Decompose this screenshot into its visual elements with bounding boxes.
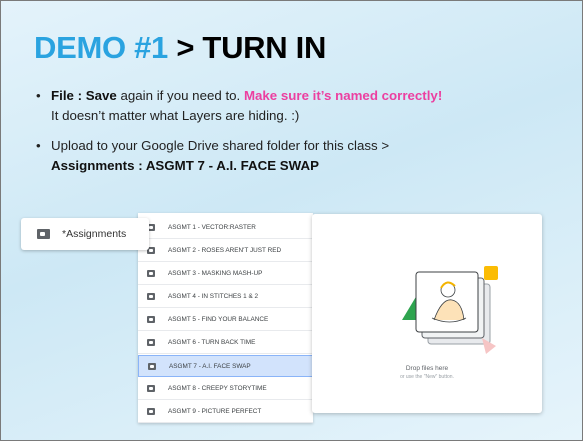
shared-folder-icon — [147, 270, 155, 277]
bullet-list: • File : Save again if you need to. Make… — [34, 86, 554, 186]
folder-row-label: ASGMT 3 - MASKING MASH-UP — [168, 270, 263, 277]
bullet-save-warning: Make sure it’s named correctly! — [243, 88, 443, 103]
folder-row-label: ASGMT 7 - A.I. FACE SWAP — [169, 362, 251, 370]
title-rest: > TURN IN — [168, 30, 327, 65]
folder-row-label: ASGMT 2 - ROSES AREN'T JUST RED — [168, 247, 282, 254]
folder-row-label: ASGMT 9 - PICTURE PERFECT — [168, 408, 262, 415]
title-accent: DEMO #1 — [34, 30, 168, 65]
shared-folder-icon — [37, 229, 50, 239]
folder-row-label: ASGMT 1 - VECTOR:RASTER — [168, 224, 256, 231]
shared-folder-icon — [148, 362, 156, 370]
shared-folder-icon — [147, 385, 155, 392]
bullet-save-bold: File : Save — [51, 88, 117, 103]
folder-row[interactable]: ASGMT 4 - IN STITCHES 1 & 2 — [138, 286, 313, 308]
bullet-upload: • Upload to your Google Drive shared fol… — [34, 136, 554, 176]
bullet-dot: • — [36, 138, 41, 153]
folder-row-label: ASGMT 6 - TURN BACK TIME — [168, 339, 256, 346]
bullet-save: • File : Save again if you need to. Make… — [34, 86, 554, 126]
bullet-save-line2: It doesn’t matter what Layers are hiding… — [51, 108, 300, 123]
folder-row-selected[interactable]: ASGMT 7 - A.I. FACE SWAP — [138, 355, 313, 377]
drop-title: Drop files here — [405, 365, 449, 372]
drop-zone[interactable]: Drop files here or use the "New" button. — [312, 214, 542, 413]
shared-folder-icon — [147, 339, 155, 346]
folder-row[interactable]: ASGMT 3 - MASKING MASH-UP — [138, 263, 313, 285]
shared-folder-icon — [147, 408, 155, 415]
shared-folder-icon — [147, 316, 155, 323]
shared-folder-icon — [147, 293, 155, 300]
bullet-upload-text: Upload to your Google Drive shared folde… — [51, 138, 390, 153]
drop-files-illustration — [402, 266, 498, 354]
folder-row[interactable]: ASGMT 9 - PICTURE PERFECT — [138, 401, 313, 423]
bullet-dot: • — [36, 88, 41, 103]
folder-row-label: ASGMT 5 - FIND YOUR BALANCE — [168, 316, 269, 323]
bullet-upload-bold: Assignments : ASGMT 7 - A.I. FACE SWAP — [51, 158, 319, 173]
folder-row-label: ASGMT 4 - IN STITCHES 1 & 2 — [168, 293, 259, 300]
folder-row[interactable]: ASGMT 6 - TURN BACK TIME — [138, 332, 313, 354]
drop-subtitle: or use the "New" button. — [400, 374, 454, 380]
assignments-label: *Assignments — [62, 228, 127, 240]
bullet-save-text: again if you need to. — [116, 88, 244, 103]
folder-row-label: ASGMT 8 - CREEPY STORYTIME — [168, 385, 267, 392]
folder-row[interactable]: ASGMT 8 - CREEPY STORYTIME — [138, 378, 313, 400]
folder-list: ASGMT 1 - VECTOR:RASTER ASGMT 2 - ROSES … — [138, 213, 313, 423]
slide-title: DEMO #1 > TURN IN — [34, 30, 326, 66]
folder-row[interactable]: ASGMT 1 - VECTOR:RASTER — [138, 217, 313, 239]
assignments-folder-chip[interactable]: *Assignments — [21, 218, 149, 250]
folder-row[interactable]: ASGMT 5 - FIND YOUR BALANCE — [138, 309, 313, 331]
folder-row[interactable]: ASGMT 2 - ROSES AREN'T JUST RED — [138, 240, 313, 262]
